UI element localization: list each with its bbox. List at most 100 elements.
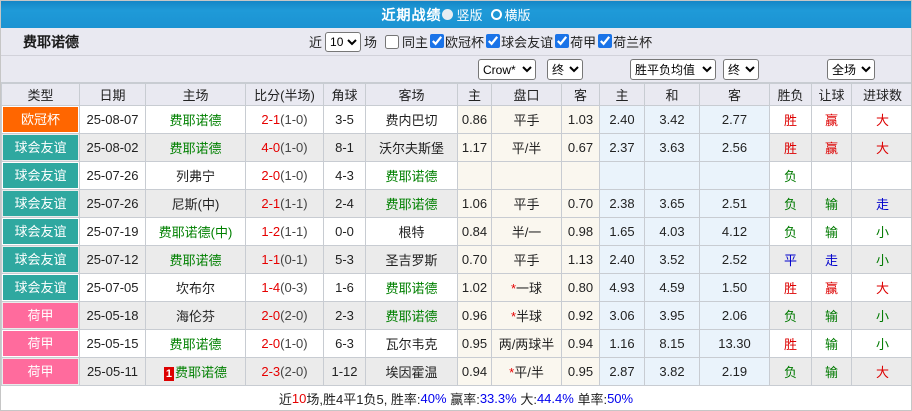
asian-away-odds: 1.13: [561, 245, 600, 274]
same-home-checkbox[interactable]: [385, 34, 400, 49]
results-table: 类型 日期 主场 比分(半场) 角球 客场主盘口客主和客胜负 让球 进球数 欧冠杯 25-08-…: [1, 83, 911, 386]
euro-lose-odds: 1.50: [699, 273, 770, 302]
team-name-link: 费内巴切: [385, 113, 438, 128]
goals-mark: 大: [875, 365, 889, 380]
competition-filters: 欧冠杯 球会友谊 荷甲 荷兰杯: [428, 32, 652, 52]
team-name-link[interactable]: 费耶诺德: [169, 337, 221, 352]
odds-type-select[interactable]: 胜平负均值: [630, 59, 716, 80]
euro-win-odds: [599, 161, 645, 190]
competition-type-cell: 球会友谊: [1, 245, 80, 274]
team-name-link: 尼斯(中): [171, 197, 220, 212]
competition-type-badge: 球会友谊: [3, 247, 78, 272]
team-name-link: 瓦尔韦克: [385, 337, 438, 352]
goals-cell: 小: [851, 329, 911, 358]
handicap-cell: 平/半: [491, 133, 562, 162]
euro-draw-odds: [644, 161, 700, 190]
competition-checkbox[interactable]: [598, 34, 613, 49]
vertical-layout-radio[interactable]: [442, 9, 454, 20]
goals-cell: 小: [851, 217, 911, 246]
fulltime-score: 2-0: [261, 168, 281, 183]
euro-win-odds: 2.37: [599, 133, 645, 162]
score-cell: 1-2(1-1): [245, 217, 324, 246]
handicap-star: *: [509, 365, 515, 380]
competition-checkbox[interactable]: [555, 34, 570, 49]
column-header: 客: [561, 83, 600, 106]
competition-type-cell: 球会友谊: [1, 217, 80, 246]
team-name-link[interactable]: 费耶诺德(中): [159, 225, 233, 240]
handicap-result-mark: 走: [824, 253, 838, 268]
result-cell: 胜: [769, 329, 812, 358]
recent-count-select[interactable]: 10: [325, 31, 362, 52]
goals-mark: 小: [875, 253, 889, 268]
team-name-link: 海伦芬: [175, 309, 215, 324]
team-name-link[interactable]: 费耶诺德: [169, 141, 221, 156]
euro-draw-odds: 3.63: [644, 133, 700, 162]
team-name-link[interactable]: 费耶诺德: [169, 253, 221, 268]
result-mark: 平: [783, 253, 797, 268]
euro-lose-odds: 2.77: [699, 105, 770, 134]
asian-away-odds: 0.94: [561, 329, 600, 358]
date-cell: 25-05-18: [79, 301, 146, 330]
competition-type-badge: 球会友谊: [3, 219, 78, 244]
handicap-result-mark: 输: [824, 309, 838, 324]
competition-type-cell: 欧冠杯: [1, 105, 80, 134]
result-mark: 胜: [783, 141, 797, 156]
goals-cell: 大: [851, 357, 911, 386]
bookmaker-select[interactable]: Crow*: [478, 59, 536, 80]
score-cell: 2-0(1-0): [245, 161, 324, 190]
result-mark: 负: [783, 365, 797, 380]
result-cell: 胜: [769, 105, 812, 134]
match-scope-select[interactable]: 全场: [827, 59, 875, 80]
competition-checkbox[interactable]: [430, 34, 445, 49]
corners-cell: 0-0: [323, 217, 366, 246]
horizontal-layout-label[interactable]: 横版: [505, 5, 531, 24]
competition-filter[interactable]: 球会友谊: [484, 32, 553, 51]
euro-win-odds: 2.40: [599, 245, 645, 274]
fulltime-score: 1-2: [261, 224, 281, 239]
horizontal-layout-radio[interactable]: [490, 9, 502, 20]
recent-results-panel: 近期战绩 竖版 横版 费耶诺德 近 10 场 同主 欧冠杯 球会友谊 荷甲 荷兰杯 C…: [0, 0, 912, 411]
home-team-cell: 坎布尔: [145, 273, 246, 302]
halftime-score: (0-1): [280, 252, 308, 267]
odds-time-select[interactable]: 终: [723, 59, 759, 80]
team-name-link[interactable]: 费耶诺德: [385, 197, 437, 212]
euro-draw-odds: 3.95: [644, 301, 700, 330]
vertical-layout-label[interactable]: 竖版: [456, 5, 482, 24]
results-body: 欧冠杯 25-08-07 费耶诺德 2-1(1-0) 3-5 费内巴切 0.86 平手 1.03…: [1, 105, 911, 386]
competition-filter[interactable]: 荷兰杯: [596, 32, 652, 51]
euro-lose-odds: 2.06: [699, 301, 770, 330]
team-name-link[interactable]: 费耶诺德: [385, 281, 437, 296]
competition-checkbox[interactable]: [486, 34, 501, 49]
column-header: 客: [699, 83, 770, 106]
competition-type-badge: 荷甲: [3, 331, 78, 356]
result-mark: 胜: [783, 113, 797, 128]
competition-label: 欧冠杯: [445, 34, 485, 50]
team-name-link: 根特: [398, 225, 425, 240]
same-home-label[interactable]: 同主: [402, 32, 428, 51]
competition-type-cell: 球会友谊: [1, 133, 80, 162]
euro-win-odds: 2.38: [599, 189, 645, 218]
handicap-cell: [491, 161, 562, 190]
team-name-link[interactable]: 费耶诺德: [385, 169, 437, 184]
summary-segment: 33.3%: [479, 391, 517, 406]
result-mark: 负: [783, 225, 797, 240]
summary-segment: 单率:: [573, 392, 608, 407]
euro-lose-odds: [699, 161, 770, 190]
team-name-link[interactable]: 费耶诺德: [385, 309, 437, 324]
score-cell: 2-0(2-0): [245, 301, 324, 330]
away-team-cell: 费耶诺德: [365, 189, 458, 218]
score-cell: 1-4(0-3): [245, 273, 324, 302]
team-name-link[interactable]: 费耶诺德: [169, 113, 221, 128]
competition-label: 荷甲: [570, 34, 597, 50]
euro-lose-odds: 2.52: [699, 245, 770, 274]
team-name-link[interactable]: 费耶诺德: [175, 365, 227, 380]
column-header: 日期: [79, 83, 146, 106]
euro-lose-odds: 2.19: [699, 357, 770, 386]
handicap-result-cell: 走: [811, 245, 852, 274]
competition-type-badge: 球会友谊: [3, 191, 78, 216]
competition-filter[interactable]: 荷甲: [553, 32, 596, 51]
handicap-time-select[interactable]: 终: [547, 59, 583, 80]
competition-filter[interactable]: 欧冠杯: [428, 32, 484, 51]
home-team-cell: 费耶诺德: [145, 105, 246, 134]
euro-draw-odds: 4.03: [644, 217, 700, 246]
